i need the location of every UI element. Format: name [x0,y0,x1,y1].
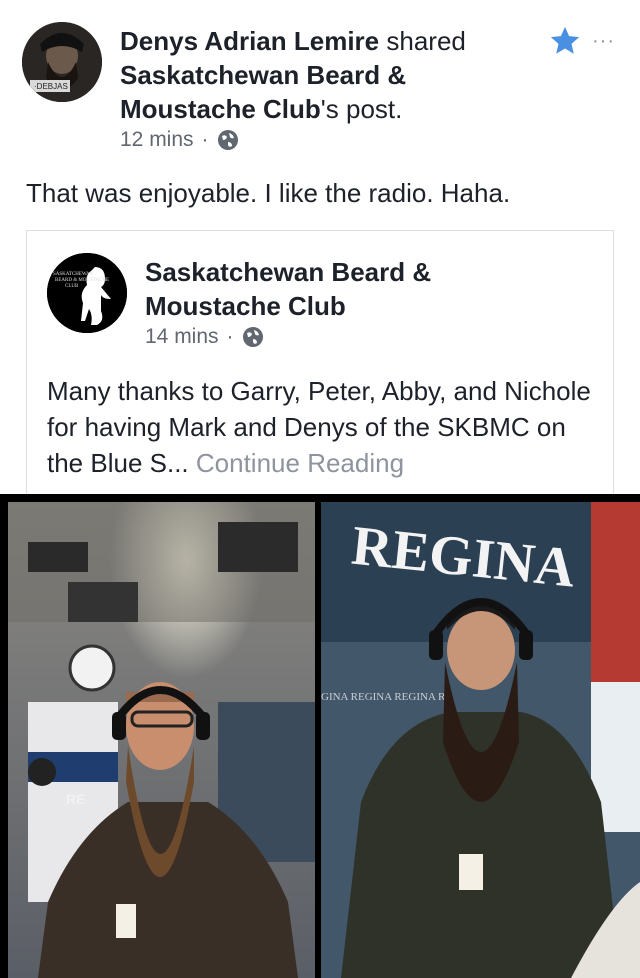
svg-text:CLUB: CLUB [65,284,79,289]
shared-post-time[interactable]: 14 mins [145,325,219,349]
globe-icon [242,327,263,347]
shared-post-card[interactable]: SASKATCHEWAN BEARD & MOUSTACHE CLUB Sask… [26,230,614,494]
meta-separator: · [201,128,209,151]
globe-icon [217,130,238,150]
photo-left[interactable]: RE [8,502,315,978]
action-text: shared [386,26,466,56]
more-options-icon[interactable]: ··· [592,30,615,53]
post-meta: 12 mins · [120,128,239,152]
shared-post-meta: 14 mins · [145,325,264,349]
page-name[interactable]: Saskatchewan Beard & Moustache Club [145,255,505,323]
post-header: ·DEBJAS Denys Adrian Lemire shared Saska… [0,0,640,160]
shared-suffix: 's post. [320,94,403,124]
post-time[interactable]: 12 mins [120,128,194,152]
wall-text: GINA REGINA REGINA RE [321,691,452,703]
page-avatar[interactable]: SASKATCHEWAN BEARD & MOUSTACHE CLUB [47,253,127,333]
meta-separator: · [226,325,234,348]
star-icon[interactable] [548,24,582,58]
author-avatar[interactable]: ·DEBJAS [22,22,102,102]
post-title: Denys Adrian Lemire shared Saskatchewan … [120,24,540,126]
photo-collage[interactable]: RE REGINA GINA REGINA REGINA RE [0,494,640,978]
svg-text:BEARD & MOUSTACHE: BEARD & MOUSTACHE [55,278,109,283]
page-name-line2: Moustache Club [145,291,346,321]
page-name-line1: Saskatchewan Beard & [145,257,432,287]
author-name[interactable]: Denys Adrian Lemire [120,26,379,56]
continue-reading-link[interactable]: Continue Reading [196,448,404,478]
post-text: That was enjoyable. I like the radio. Ha… [26,178,511,208]
svg-text:·DEBJAS: ·DEBJAS [34,82,68,91]
photo-right[interactable]: REGINA GINA REGINA REGINA RE [321,502,640,978]
svg-text:SASKATCHEWAN: SASKATCHEWAN [53,272,94,277]
studio-sign-text: RE [66,791,85,807]
shared-post-text: Many thanks to Garry, Peter, Abby, and N… [47,373,602,481]
